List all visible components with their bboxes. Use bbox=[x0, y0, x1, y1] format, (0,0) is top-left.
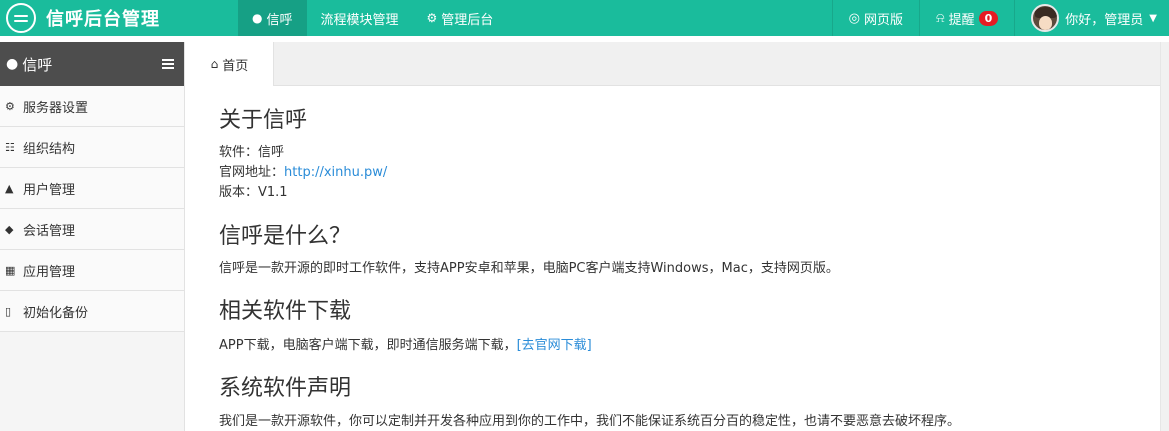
home-icon: ⌂ bbox=[210, 57, 219, 71]
comment-icon: ● bbox=[6, 56, 19, 72]
download-link[interactable]: [去官网下载] bbox=[517, 338, 592, 353]
web-version-link[interactable]: ◎ 网页版 bbox=[831, 0, 919, 36]
tab-home[interactable]: ⌂ 首页 bbox=[186, 42, 274, 86]
nav-item-label: 流程模块管理 bbox=[320, 12, 399, 28]
app-title: 信呼后台管理 bbox=[46, 9, 160, 30]
sitemap-icon: ☷ bbox=[5, 140, 15, 154]
nav-item-admin[interactable]: ⚙ 管理后台 bbox=[413, 0, 508, 36]
sidebar: ● 信呼 ⚙ 服务器设置 ☷ 组织结构 ▲ 用户管理 ◆ 会话管理 ▦ 应用管理… bbox=[0, 42, 185, 431]
web-version-label: 网页版 bbox=[863, 12, 903, 28]
about-title: 关于信呼 bbox=[219, 108, 308, 133]
download-line: APP下载，电脑客户端下载，即时通信服务端下载，[去官网下载] bbox=[219, 336, 592, 356]
tab-label: 首页 bbox=[222, 58, 249, 74]
top-navbar: 信呼后台管理 ● 信呼 流程模块管理 ⚙ 管理后台 ◎ 网页版 ⍾ 提醒 0 你… bbox=[0, 0, 1169, 36]
site-line: 官网地址：http://xinhu.pw/ bbox=[219, 163, 387, 183]
avatar bbox=[1031, 4, 1060, 32]
sidebar-item-session-management[interactable]: ◆ 会话管理 bbox=[0, 209, 184, 250]
nav-item-label: 管理后台 bbox=[441, 12, 494, 28]
sidebar-title: 信呼 bbox=[22, 55, 53, 74]
site-label: 官网地址： bbox=[219, 165, 285, 180]
chat-bubble-icon bbox=[6, 3, 36, 33]
sidebar-item-label: 组织结构 bbox=[23, 141, 76, 157]
sidebar-item-app-management[interactable]: ▦ 应用管理 bbox=[0, 250, 184, 291]
menu-toggle-icon[interactable] bbox=[162, 57, 174, 71]
sidebar-item-label: 初始化备份 bbox=[23, 305, 89, 321]
sidebar-item-label: 应用管理 bbox=[23, 264, 76, 280]
caret-down-icon: ▼ bbox=[1149, 12, 1157, 24]
sidebar-item-label: 服务器设置 bbox=[23, 100, 89, 116]
bookmark-icon: ▯ bbox=[5, 304, 12, 318]
what-title: 信呼是什么？ bbox=[219, 224, 352, 249]
statement-title: 系统软件声明 bbox=[219, 376, 352, 401]
remind-count-badge: 0 bbox=[978, 10, 999, 26]
comments-icon: ◆ bbox=[5, 222, 14, 236]
bell-icon: ⍾ bbox=[936, 10, 945, 26]
site-link[interactable]: http://xinhu.pw/ bbox=[284, 165, 387, 180]
sidebar-item-server-settings[interactable]: ⚙ 服务器设置 bbox=[0, 86, 184, 127]
download-title: 相关软件下载 bbox=[219, 299, 352, 324]
nav-item-label: 信呼 bbox=[266, 12, 293, 28]
sidebar-item-label: 会话管理 bbox=[23, 223, 76, 239]
user-menu[interactable]: 你好，管理员 ▼ bbox=[1014, 0, 1169, 36]
tab-bar: ⌂ 首页 bbox=[186, 42, 1169, 86]
comment-icon: ● bbox=[252, 11, 263, 25]
user-icon: ▲ bbox=[5, 181, 14, 195]
vertical-scrollbar[interactable] bbox=[1160, 42, 1169, 431]
nav-item-xinhu[interactable]: ● 信呼 bbox=[238, 0, 307, 36]
globe-icon: ◎ bbox=[848, 10, 860, 26]
sidebar-item-user-management[interactable]: ▲ 用户管理 bbox=[0, 168, 184, 209]
gear-icon: ⚙ bbox=[426, 11, 438, 25]
what-text: 信呼是一款开源的即时工作软件，支持APP安卓和苹果，电脑PC客户端支持Windo… bbox=[219, 261, 839, 276]
gear-icon: ⚙ bbox=[5, 99, 15, 113]
remind-label: 提醒 bbox=[948, 12, 975, 28]
nav-item-flow-modules[interactable]: 流程模块管理 bbox=[307, 0, 413, 36]
version-line: 版本：V1.1 bbox=[219, 185, 288, 200]
statement-text: 我们是一款开源软件，你可以定制并开发各种应用到你的工作中，我们不能保证系统百分百… bbox=[219, 414, 961, 429]
top-nav: ● 信呼 流程模块管理 ⚙ 管理后台 bbox=[238, 0, 507, 36]
user-greeting: 你好，管理员 bbox=[1065, 12, 1144, 28]
sidebar-item-org-structure[interactable]: ☷ 组织结构 bbox=[0, 127, 184, 168]
right-nav: ◎ 网页版 ⍾ 提醒 0 你好，管理员 ▼ bbox=[831, 0, 1169, 36]
download-text: APP下载，电脑客户端下载，即时通信服务端下载， bbox=[219, 338, 517, 353]
sidebar-header: ● 信呼 bbox=[0, 42, 184, 86]
sidebar-item-init-backup[interactable]: ▯ 初始化备份 bbox=[0, 291, 184, 332]
brand[interactable]: 信呼后台管理 bbox=[6, 0, 160, 36]
software-line: 软件：信呼 bbox=[219, 145, 285, 160]
grid-icon: ▦ bbox=[5, 263, 16, 277]
remind-button[interactable]: ⍾ 提醒 0 bbox=[919, 0, 1014, 36]
sidebar-item-label: 用户管理 bbox=[23, 182, 76, 198]
